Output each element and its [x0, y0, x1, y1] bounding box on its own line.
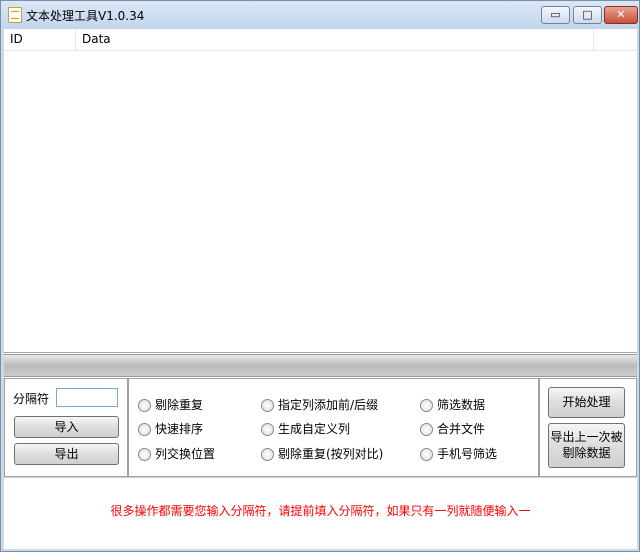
option-phone-filter[interactable]: 手机号筛选 [420, 446, 497, 462]
client-area: ID Data 分隔符 导入 导出 剔除重复 指定列添加前/后缀 筛选数据 快速… [4, 29, 637, 549]
notice-area: 很多操作都需要您输入分隔符，请提前填入分隔符，如果只有一列就随便输入一 [4, 477, 637, 549]
io-panel: 分隔符 导入 导出 [4, 378, 128, 477]
progress-bar [4, 354, 637, 377]
notice-text: 很多操作都需要您输入分隔符，请提前填入分隔符，如果只有一列就随便输入一 [110, 504, 531, 518]
option-remove-duplicates[interactable]: 剔除重复 [138, 397, 203, 413]
main-window: 文本处理工具V1.0.34 ▭ □ ✕ ID Data 分隔符 导入 导出 剔除… [0, 0, 640, 552]
window-title: 文本处理工具V1.0.34 [26, 9, 145, 23]
column-header-id[interactable]: ID [4, 29, 76, 50]
export-removed-line1: 导出上一次被 [550, 430, 623, 444]
option-filter-data[interactable]: 筛选数据 [420, 397, 485, 413]
options-panel: 剔除重复 指定列添加前/后缀 筛选数据 快速排序 生成自定义列 合并文件 列交换… [128, 378, 539, 477]
minimize-button[interactable]: ▭ [541, 6, 570, 24]
export-removed-button[interactable]: 导出上一次被 剔除数据 [548, 423, 625, 468]
export-button[interactable]: 导出 [14, 443, 119, 465]
column-header-data[interactable]: Data [76, 29, 594, 50]
close-button[interactable]: ✕ [604, 6, 638, 24]
data-grid[interactable]: ID Data [4, 29, 637, 353]
start-button[interactable]: 开始处理 [548, 387, 625, 418]
import-button[interactable]: 导入 [14, 416, 119, 438]
title-bar[interactable]: 文本处理工具V1.0.34 ▭ □ ✕ [1, 1, 639, 29]
option-merge-files[interactable]: 合并文件 [420, 421, 485, 437]
column-header-filler [594, 29, 637, 50]
option-remove-duplicates-by-column[interactable]: 剔除重复(按列对比) [261, 446, 383, 462]
option-quick-sort[interactable]: 快速排序 [138, 421, 203, 437]
grid-header: ID Data [4, 29, 637, 51]
option-custom-column[interactable]: 生成自定义列 [261, 421, 350, 437]
option-swap-columns[interactable]: 列交换位置 [138, 446, 215, 462]
separator-label: 分隔符 [13, 392, 50, 406]
notepad-icon [8, 7, 22, 23]
separator-input[interactable] [56, 388, 118, 407]
maximize-button[interactable]: □ [573, 6, 602, 24]
action-panel: 开始处理 导出上一次被 剔除数据 [539, 378, 637, 477]
option-add-prefix-suffix[interactable]: 指定列添加前/后缀 [261, 397, 378, 413]
export-removed-line2: 剔除数据 [562, 446, 611, 460]
